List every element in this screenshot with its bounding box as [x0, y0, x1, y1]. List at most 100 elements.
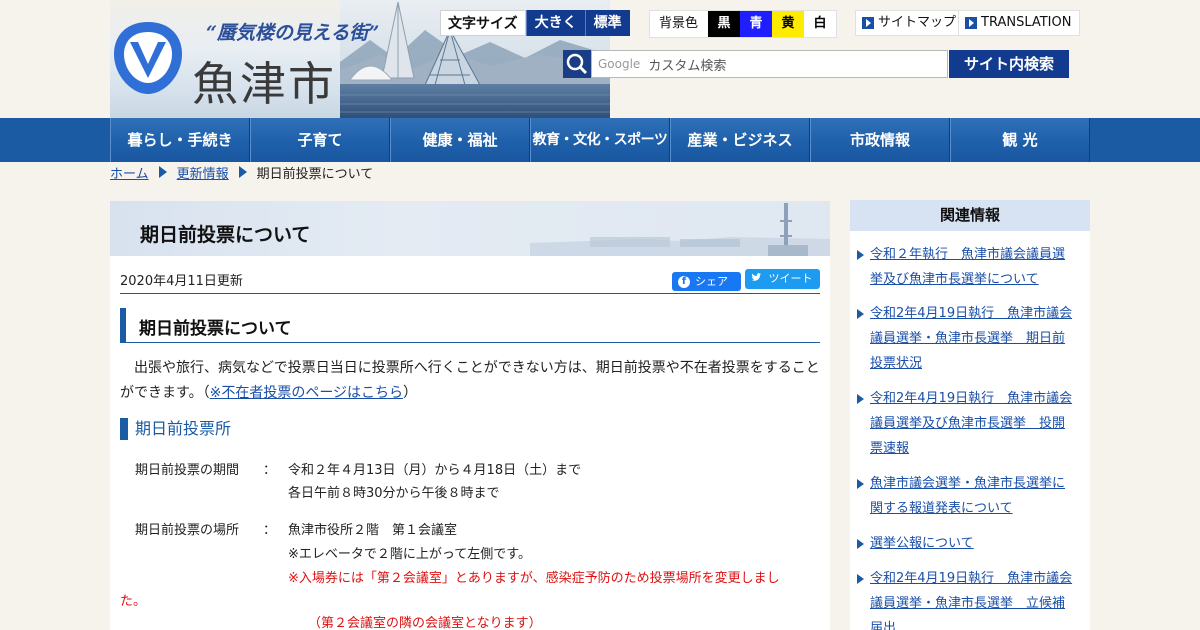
section-heading: 期日前投票について [120, 308, 820, 343]
site-logo-text[interactable]: 魚津市 [192, 48, 336, 114]
main-content: 期日前投票について 2020年4月11日更新 f シェア ツイート 期日前投票に… [110, 201, 830, 630]
sidebar-title: 関連情報 [850, 200, 1090, 231]
breadcrumb-home[interactable]: ホーム [110, 163, 149, 182]
city-slogan: “蜃気楼の見える街” [206, 22, 380, 44]
nav-item-childcare[interactable]: 子育て [250, 118, 390, 162]
related-link-line: 議員選挙及び魚津市長選挙 投開 [870, 416, 1066, 431]
search-icon[interactable] [563, 50, 591, 78]
absentee-voting-link[interactable]: ※不在者投票のページはこちら [210, 385, 403, 401]
arrow-right-icon [857, 394, 864, 404]
city-emblem-icon [114, 22, 182, 94]
bg-color-blue-button[interactable]: 青 [740, 11, 773, 37]
related-link-line: 選挙公報について [870, 536, 974, 551]
notice-line-1: ※入場券には「第２会議室」とありますが、感染症予防のため投票場所を変更しまし [288, 571, 780, 586]
place-line-1: 魚津市役所２階 第１会議室 [288, 523, 458, 538]
breadcrumb: ホーム 更新情報 期日前投票について [110, 163, 374, 182]
site-search: Google カスタム検索 サイト内検索 [563, 50, 1069, 78]
facebook-share-button[interactable]: f シェア [672, 272, 741, 291]
notice-line-3: （第２会議室の隣の会議室となります） [308, 616, 542, 630]
nav-item-health-welfare[interactable]: 健康・福祉 [390, 118, 530, 162]
google-mark: Google [598, 57, 641, 71]
related-link-line: 魚津市議会選挙・魚津市長選挙に [870, 476, 1066, 491]
arrow-right-icon [857, 539, 864, 549]
bg-color-yellow-button[interactable]: 黄 [772, 11, 805, 37]
breadcrumb-separator-icon [238, 166, 247, 178]
twitter-share-label: ツイート [768, 272, 813, 285]
intro-paragraph: 出張や旅行、病気などで投票日当日に投票所へ行くことができない方は、期日前投票や不… [120, 356, 822, 406]
page-title-banner-image [530, 203, 830, 256]
related-link-line: 関する報道発表について [870, 501, 1013, 516]
place-line-2: ※エレベータで２階に上がって左側です。 [288, 547, 531, 562]
arrow-right-icon [857, 309, 864, 319]
period-colon: ： [263, 463, 277, 478]
related-link-line: 令和2年4月19日執行 魚津市議会 [870, 391, 1073, 406]
related-link-line: 議員選挙・魚津市長選挙 立候補 [870, 596, 1066, 611]
arrow-right-icon [857, 479, 864, 489]
nav-item-industry-business[interactable]: 産業・ビジネス [670, 118, 810, 162]
breadcrumb-separator-icon [158, 166, 167, 178]
notice-line-2: た。 [120, 594, 147, 609]
period-line-2: 各日午前８時30分から午後８時まで [288, 486, 500, 501]
twitter-share-button[interactable]: ツイート [745, 269, 820, 289]
place-label: 期日前投票の場所 [135, 523, 240, 538]
arrow-right-icon [862, 17, 874, 29]
update-date: 2020年4月11日更新 [120, 274, 243, 289]
arrow-right-icon [965, 17, 977, 29]
related-link-line: 令和2年4月19日執行 魚津市議会 [870, 571, 1073, 586]
subsection-heading: 期日前投票所 [120, 418, 231, 440]
divider [120, 293, 820, 294]
sitemap-label: サイトマップ [878, 15, 957, 30]
nav-item-tourism[interactable]: 観 光 [950, 118, 1090, 162]
related-link-text[interactable]: 令和2年4月19日執行 魚津市議会 議員選挙及び魚津市長選挙 投開 票速報 [870, 391, 1072, 456]
related-link-line: 届出 [870, 621, 897, 630]
related-link[interactable]: 令和2年4月19日執行 魚津市議会 議員選挙・魚津市長選挙 立候補届出 [857, 566, 1085, 630]
search-button[interactable]: サイト内検索 [948, 50, 1069, 78]
facebook-share-label: シェア [695, 275, 728, 288]
sitemap-link[interactable]: サイトマップ [855, 10, 966, 36]
section-heading-text: 期日前投票について [139, 319, 292, 339]
related-link-text[interactable]: 令和２年執行 魚津市議会議員選 挙及び魚津市長選挙について [870, 247, 1065, 287]
font-size-standard-button[interactable]: 標準 [584, 10, 630, 36]
nav-item-education-culture-sports[interactable]: 教育・文化・スポーツ [530, 118, 670, 162]
related-link[interactable]: 選挙公報について [857, 531, 1085, 556]
breadcrumb-current: 期日前投票について [256, 166, 374, 182]
related-link-line: 挙及び魚津市長選挙について [870, 272, 1039, 287]
related-link[interactable]: 令和2年4月19日執行 魚津市議会 議員選挙・魚津市長選挙 期日前 投票状況 [857, 301, 1085, 376]
translation-label: TRANSLATION [981, 15, 1072, 30]
related-link-text[interactable]: 令和2年4月19日執行 魚津市議会 議員選挙・魚津市長選挙 期日前 投票状況 [870, 306, 1072, 371]
breadcrumb-updates[interactable]: 更新情報 [177, 163, 229, 182]
search-placeholder: カスタム検索 [648, 58, 727, 74]
bg-color-black-button[interactable]: 黒 [708, 11, 741, 37]
bg-color-white-button[interactable]: 白 [804, 11, 837, 37]
twitter-bird-icon [751, 273, 762, 281]
related-link-line: 議員選挙・魚津市長選挙 期日前 [870, 331, 1066, 346]
related-link[interactable]: 令和２年執行 魚津市議会議員選 挙及び魚津市長選挙について [857, 242, 1085, 292]
nav-item-living[interactable]: 暮らし・手続き [110, 118, 250, 162]
related-info-sidebar: 関連情報 令和２年執行 魚津市議会議員選 挙及び魚津市長選挙について 令和2年4月… [850, 200, 1090, 630]
related-link[interactable]: 魚津市議会選挙・魚津市長選挙に 関する報道発表について [857, 471, 1085, 521]
page-title-banner: 期日前投票について [110, 201, 830, 256]
global-nav: 暮らし・手続き 子育て 健康・福祉 教育・文化・スポーツ 産業・ビジネス 市政情… [0, 118, 1200, 162]
place-colon: ： [263, 523, 277, 538]
related-link-text[interactable]: 魚津市議会選挙・魚津市長選挙に 関する報道発表について [870, 476, 1065, 516]
arrow-right-icon [857, 574, 864, 584]
site-header: “蜃気楼の見える街” 魚津市 文字サイズ 大きく 標準 背景色 黒 青 黄 白 … [0, 0, 1200, 118]
arrow-right-icon [857, 250, 864, 260]
font-size-controls: 文字サイズ 大きく 標準 [440, 10, 630, 36]
period-label: 期日前投票の期間 [135, 463, 240, 478]
related-link-line: 投票状況 [870, 356, 923, 371]
nav-item-city-info[interactable]: 市政情報 [810, 118, 950, 162]
related-link-text[interactable]: 令和2年4月19日執行 魚津市議会 議員選挙・魚津市長選挙 立候補届出 [870, 571, 1072, 630]
font-size-large-button[interactable]: 大きく [525, 10, 585, 36]
related-link-text[interactable]: 選挙公報について [870, 536, 974, 551]
related-link[interactable]: 令和2年4月19日執行 魚津市議会 議員選挙及び魚津市長選挙 投開 票速報 [857, 386, 1085, 461]
search-input[interactable]: Google カスタム検索 [591, 50, 948, 78]
facebook-icon: f [678, 275, 690, 288]
background-color-controls: 背景色 黒 青 黄 白 [649, 10, 838, 38]
font-size-label: 文字サイズ [440, 10, 526, 36]
page-title: 期日前投票について [140, 224, 311, 246]
translation-link[interactable]: TRANSLATION [958, 10, 1081, 36]
bg-color-label: 背景色 [659, 16, 699, 31]
related-link-line: 票速報 [870, 441, 910, 456]
period-line-1: 令和２年４月13日（月）から４月18日（土）まで [288, 463, 582, 478]
